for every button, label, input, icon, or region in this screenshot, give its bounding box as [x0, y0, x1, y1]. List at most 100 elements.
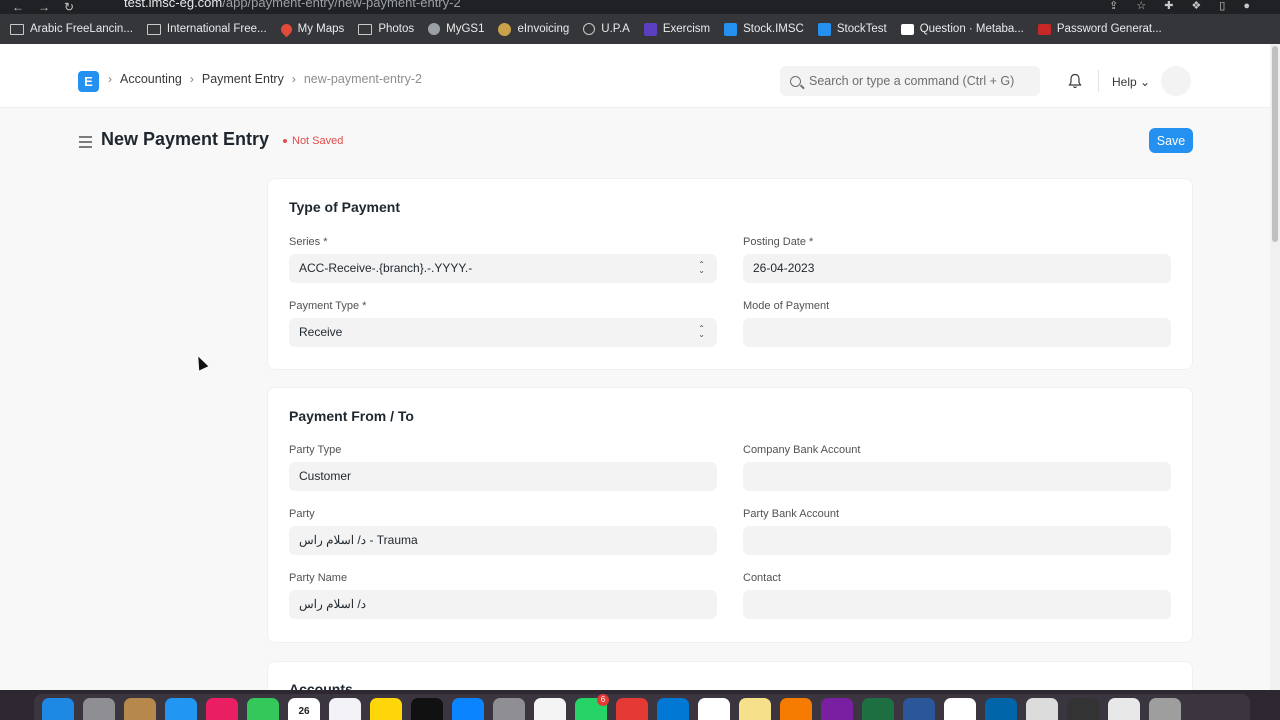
outlook-icon[interactable] — [657, 698, 689, 720]
breadcrumb-accounting[interactable]: Accounting — [120, 72, 182, 86]
chevron-right-icon: › — [108, 72, 112, 86]
section-heading: Type of Payment — [289, 199, 400, 215]
extension-icon[interactable]: ✚ — [1164, 0, 1173, 12]
word-icon[interactable] — [903, 698, 935, 720]
save-button[interactable]: Save — [1149, 128, 1193, 153]
hamburger-icon[interactable] — [79, 136, 92, 151]
app-logo[interactable]: E — [78, 71, 99, 92]
whatsapp-icon[interactable]: 6 — [575, 694, 609, 720]
posting-date-value: 26-04-2023 — [753, 261, 815, 275]
system-settings-icon[interactable] — [493, 698, 525, 720]
trash-icon[interactable] — [1149, 698, 1181, 720]
party-type-field[interactable]: Customer — [289, 462, 717, 491]
party-value: د/ اسلام راس - Trauma — [299, 533, 418, 547]
notes-icon[interactable] — [370, 698, 402, 720]
mode-of-payment-field[interactable] — [743, 318, 1171, 347]
party-field[interactable]: د/ اسلام راس - Trauma — [289, 526, 717, 555]
reminders-icon[interactable] — [329, 698, 361, 720]
mouse-cursor-icon — [193, 354, 209, 371]
chevron-right-icon: › — [291, 72, 296, 86]
address-bar[interactable]: test.imsc-eg.com/app/payment-entry/new-p… — [104, 0, 1084, 13]
back-icon[interactable]: ← — [12, 1, 24, 13]
company-bank-label: Company Bank Account — [743, 444, 861, 456]
sourcetree-icon[interactable] — [780, 698, 812, 720]
user-avatar[interactable] — [1161, 66, 1191, 96]
select-arrows-icon: ⌃ ⌄ — [698, 324, 705, 339]
bookmark[interactable]: Exercism — [643, 22, 710, 36]
bookmark[interactable]: eInvoicing — [498, 22, 569, 36]
payment-type-select[interactable]: Receive ⌃ ⌄ — [289, 318, 717, 347]
extension-puzzle-icon[interactable]: ❖ — [1191, 0, 1201, 12]
calendar-icon[interactable]: 26 — [288, 698, 320, 720]
clock-icon[interactable] — [1067, 698, 1099, 720]
star-icon[interactable]: ☆ — [1136, 0, 1146, 12]
erpnext-icon — [724, 22, 738, 36]
bookmark[interactable]: Question · Metaba... — [900, 23, 1024, 35]
reload-icon[interactable]: ↻ — [64, 1, 74, 13]
stickies-icon[interactable] — [739, 698, 771, 720]
section-accounts[interactable]: Accounts ⌄ — [267, 661, 1193, 690]
series-value: ACC-Receive-.{branch}.-.YYYY.- — [299, 261, 473, 275]
payment-type-value: Receive — [299, 325, 343, 339]
party-bank-field[interactable] — [743, 526, 1171, 555]
page-scrollbar[interactable] — [1270, 44, 1280, 690]
help-dropdown[interactable]: Help ⌄ — [1112, 75, 1150, 89]
anydesk-icon[interactable] — [616, 698, 648, 720]
coin-icon — [498, 22, 512, 36]
finder-icon[interactable] — [42, 698, 74, 720]
vscode-icon[interactable] — [985, 698, 1017, 720]
bookmark[interactable]: StockTest — [817, 22, 887, 36]
app-icon[interactable] — [124, 698, 156, 720]
notion-icon[interactable] — [944, 698, 976, 720]
scrollbar-thumb[interactable] — [1272, 46, 1278, 242]
breadcrumb-payment-entry[interactable]: Payment Entry — [202, 72, 284, 86]
party-name-value: د/ اسلام راس — [299, 597, 367, 611]
gmail-icon — [900, 23, 914, 35]
tasks-icon[interactable] — [698, 698, 730, 720]
company-bank-field[interactable] — [743, 462, 1171, 491]
divider — [1098, 70, 1099, 92]
browser-toolbar: ← → ↻ test.imsc-eg.com/app/payment-entry… — [0, 0, 1280, 14]
section-payment-from-to: Payment From / To Party Type Customer Co… — [267, 387, 1193, 643]
bookmark[interactable]: International Free... — [146, 23, 267, 35]
folder-icon — [146, 23, 161, 35]
section-type-of-payment: Type of Payment Series * ACC-Receive-.{b… — [267, 178, 1193, 370]
notification-badge: 6 — [597, 694, 609, 706]
textedit-icon[interactable] — [1026, 698, 1058, 720]
search-input[interactable]: Search or type a command (Ctrl + G) — [780, 66, 1040, 96]
password-icon — [1037, 23, 1051, 35]
photos-icon[interactable] — [206, 698, 238, 720]
bookmark[interactable]: Stock.IMSC — [724, 22, 804, 36]
posting-date-field[interactable]: 26-04-2023 — [743, 254, 1171, 283]
bookmark[interactable]: MyGS1 — [428, 23, 484, 35]
apple-tv-icon[interactable] — [411, 698, 443, 720]
share-icon[interactable]: ⇪ — [1109, 0, 1118, 12]
globe-icon — [583, 23, 596, 35]
bookmark[interactable]: Password Generat... — [1037, 23, 1162, 35]
app-store-icon[interactable] — [452, 698, 484, 720]
chrome-icon[interactable] — [534, 698, 566, 720]
party-name-field[interactable]: د/ اسلام راس — [289, 590, 717, 619]
safari-icon[interactable] — [165, 698, 197, 720]
profile-icon[interactable]: ● — [1243, 0, 1250, 12]
onenote-icon[interactable] — [821, 698, 853, 720]
document-icon[interactable] — [1108, 698, 1140, 720]
facetime-icon[interactable] — [247, 698, 279, 720]
contact-field[interactable] — [743, 590, 1171, 619]
excel-icon[interactable] — [862, 698, 894, 720]
bookmark[interactable]: My Maps — [278, 21, 344, 37]
bookmark[interactable]: U.P.A — [583, 23, 630, 35]
launchpad-icon[interactable] — [83, 698, 115, 720]
series-select[interactable]: ACC-Receive-.{branch}.-.YYYY.- ⌃ ⌄ — [289, 254, 717, 283]
bookmark[interactable]: Arabic FreeLancin... — [10, 23, 133, 35]
browser-actions: ⇪ ☆ ✚ ❖ ▯ ● — [1109, 0, 1250, 12]
bookmark[interactable]: Photos — [358, 23, 414, 35]
section-heading: Payment From / To — [289, 408, 414, 424]
search-icon — [790, 75, 801, 87]
navbar: E › Accounting › Payment Entry › new-pay… — [0, 44, 1270, 108]
forward-icon[interactable]: → — [38, 1, 50, 13]
party-type-value: Customer — [299, 469, 352, 483]
sidebar-icon[interactable]: ▯ — [1219, 0, 1225, 12]
map-pin-icon — [278, 21, 294, 37]
bell-icon[interactable] — [1068, 73, 1082, 89]
